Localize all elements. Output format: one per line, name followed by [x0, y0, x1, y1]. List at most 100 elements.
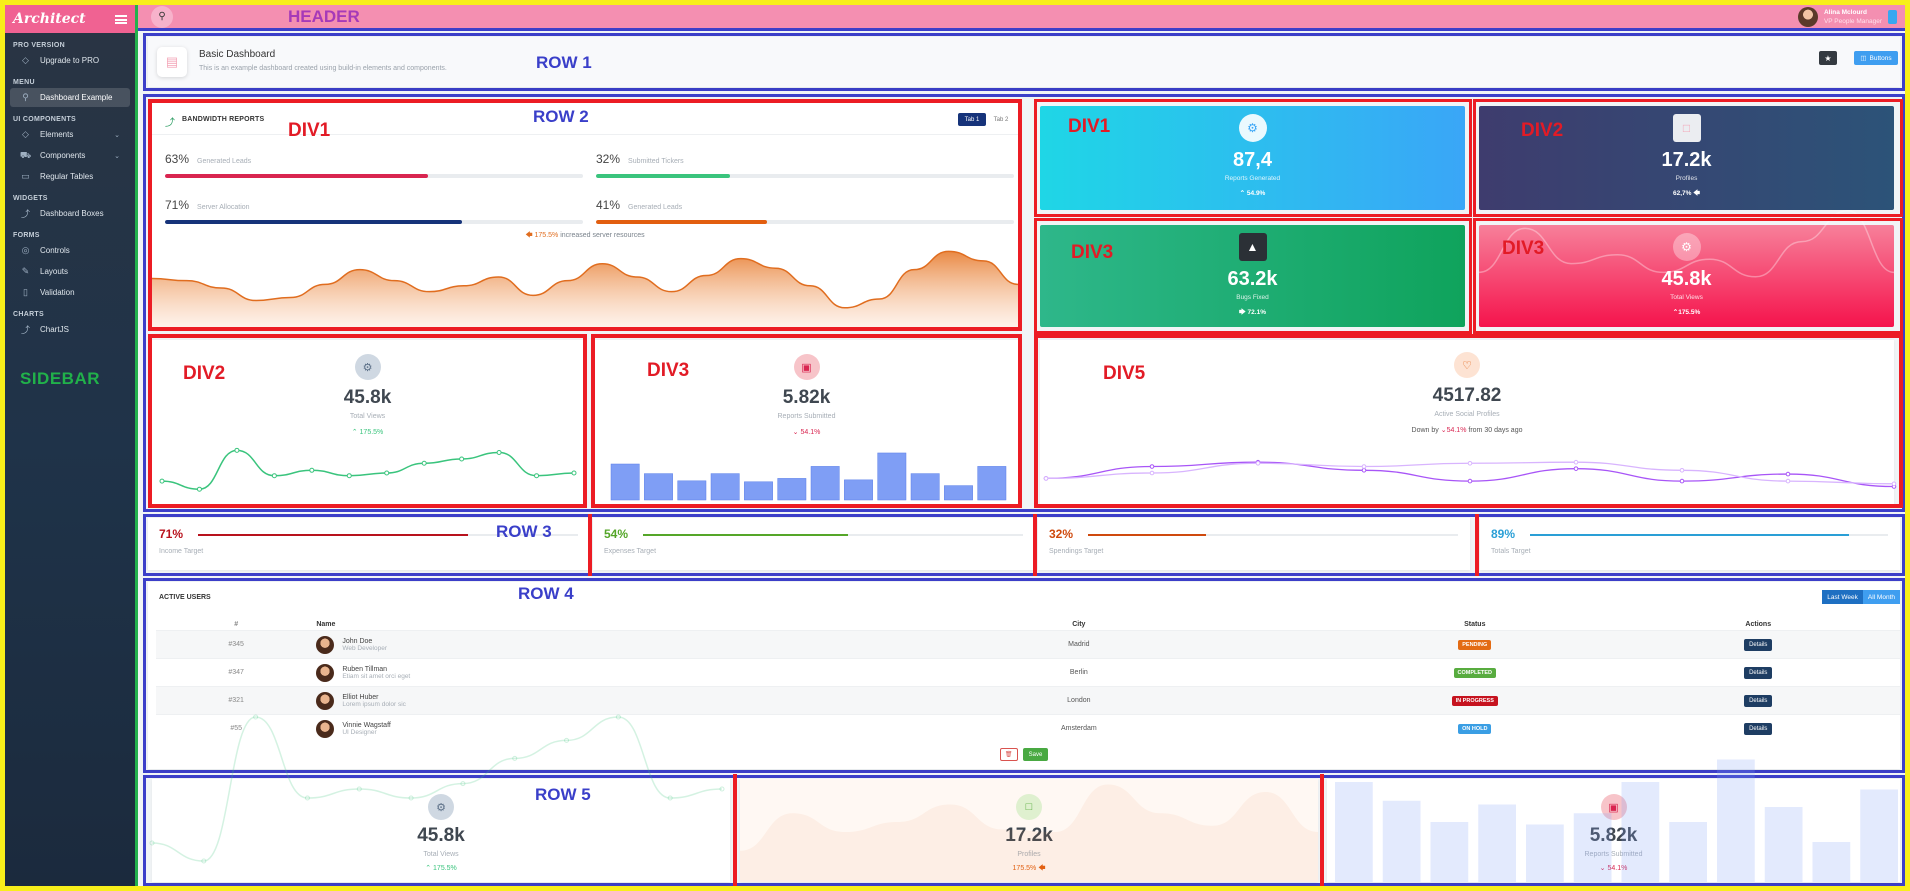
table-header: # Name City Status Actions — [156, 618, 1900, 630]
chevron-down-icon: ⌄ — [114, 131, 120, 139]
tile3-outline — [1034, 218, 1472, 334]
target-track — [1088, 534, 1458, 536]
table-body: #345 John Doe Web Developer Madrid PENDIN… — [156, 630, 1900, 742]
sidebar-item-label: Layouts — [40, 267, 69, 276]
target-label: Income Target — [159, 548, 204, 555]
tile2-overlay-label: DIV2 — [1521, 120, 1564, 141]
div5-outline — [1034, 334, 1903, 508]
col-status-header: Status — [1464, 620, 1486, 628]
page-title: Basic Dashboard — [199, 49, 276, 60]
user-city: Amsterdam — [1060, 725, 1097, 732]
light-icon: ◎ — [21, 245, 30, 255]
stat-change-value: 54.1% — [1607, 865, 1628, 872]
car-icon: ▤ — [157, 47, 187, 77]
details-button[interactable]: Details — [1744, 694, 1773, 707]
row4-overlay-label: ROW 4 — [518, 584, 574, 603]
table-footer: 🗑 Save — [148, 748, 1900, 761]
sidebar-item-elements[interactable]: ◇ Elements ⌄ — [10, 125, 130, 144]
sidebar: Architect PRO VERSION ◇ Upgrade to PRO MENU… — [5, 5, 138, 886]
sidebar-section-heading: MENU — [13, 79, 35, 86]
sidebar-section-heading: PRO VERSION — [13, 42, 65, 49]
hamburger-menu-icon[interactable] — [115, 14, 127, 24]
graph-icon: ⤴ — [20, 325, 30, 335]
user-role: VP People Manager — [1823, 17, 1882, 25]
stat-value: 5.82k — [1589, 825, 1638, 846]
pendrive-icon: ▯ — [23, 287, 28, 297]
sidebar-item-label: Controls — [40, 246, 70, 255]
active-users-title: ACTIVE USERS — [159, 594, 211, 601]
sidebar-overlay-label: SIDEBAR — [20, 369, 101, 388]
sidebar-item-dashboard-boxes[interactable]: ⤴ Dashboard Boxes — [10, 204, 130, 223]
sidebar-item-layouts[interactable]: ✎ Layouts — [10, 262, 130, 281]
row1-overlay-label: ROW 1 — [536, 53, 592, 72]
stat-change: 175.5% 🡄 — [740, 864, 1318, 875]
target-fill — [1088, 534, 1207, 536]
user-name: John Doe — [342, 637, 373, 645]
sidebar-item-label: Regular Tables — [40, 172, 94, 181]
sidebar-section-heading: WIDGETS — [13, 195, 48, 202]
range-buttons: Last Week All Month — [1822, 590, 1900, 604]
stat-label: Reports Submitted — [1584, 851, 1643, 858]
details-button[interactable]: Details — [1744, 722, 1773, 735]
delete-button[interactable]: 🗑 — [999, 748, 1018, 761]
laptop-icon: ▣ — [1600, 794, 1627, 820]
monitor-icon: □ — [1016, 794, 1042, 820]
search-icon[interactable]: ⚲ — [151, 5, 173, 28]
sidebar-section-heading: UI COMPONENTS — [13, 116, 77, 123]
sidebar-item-components[interactable]: ⛟ Components ⌄ — [10, 146, 130, 165]
sidebar-item-regular-tables[interactable]: ▭ Regular Tables — [10, 167, 130, 186]
user-avatar[interactable] — [1797, 6, 1818, 27]
graph-icon: ⤴ — [20, 209, 30, 219]
target-pct: 89% — [1491, 527, 1516, 541]
last-week-button[interactable]: Last Week — [1822, 590, 1863, 604]
div2-outline — [148, 334, 587, 508]
user-menu[interactable]: Alina Mclourd VP People Manager — [1797, 6, 1897, 27]
star-button[interactable]: ★ — [1819, 51, 1837, 65]
user-city: London — [1067, 697, 1091, 704]
active-users-card: ACTIVE USERS Last Week All Month # Name … — [148, 582, 1900, 769]
header-side-button[interactable] — [1888, 9, 1897, 24]
tile4-outline — [1473, 218, 1903, 334]
display-icon: ▭ — [21, 171, 30, 181]
sidebar-item-validation[interactable]: ▯ Validation — [10, 283, 130, 302]
sidebar-logo-bar: Architect — [5, 5, 135, 33]
rocket-icon: ⚲ — [22, 92, 29, 102]
col-id-header: # — [234, 620, 239, 628]
diamond-icon: ◇ — [22, 129, 29, 139]
stat-change: ⌄ 54.1% — [1327, 864, 1900, 872]
car-icon: ⛟ — [19, 149, 32, 160]
div2-overlay-label: DIV2 — [183, 363, 226, 384]
row2-overlay-label: ROW 2 — [533, 107, 589, 126]
arrow-down-icon: ⌄ — [1599, 865, 1606, 872]
user-avatar — [316, 719, 335, 738]
user-avatar — [316, 691, 335, 710]
table-row: #55 Vinnie Wagstaff UI Designer Amsterdam… — [156, 714, 1900, 742]
stat-label: Total Views — [423, 851, 459, 858]
sidebar-section-heading: CHARTS — [13, 311, 44, 318]
page-title-card: ▤ Basic Dashboard This is an example das… — [148, 37, 1900, 87]
sidebar-item-chartjs[interactable]: ⤴ ChartJS — [10, 320, 130, 339]
status-badge: PENDING — [1458, 639, 1492, 650]
target-label: Expenses Target — [604, 548, 657, 555]
target-divider — [1475, 514, 1479, 576]
user-role: UI Designer — [342, 728, 377, 736]
buttons-dropdown-button[interactable]: ◫ Buttons — [1854, 51, 1898, 65]
header-bar: ⚲ HEADER Alina Mclourd VP People Manager — [138, 5, 1905, 31]
save-button[interactable]: Save — [1022, 748, 1049, 761]
details-button[interactable]: Details — [1744, 638, 1773, 651]
row5-reports-card: ▣ 5.82k Reports Submitted ⌄ 54.1% — [1327, 779, 1900, 882]
sidebar-item-label: Dashboard Example — [40, 93, 113, 102]
all-month-button[interactable]: All Month — [1862, 590, 1900, 604]
details-button[interactable]: Details — [1744, 666, 1773, 679]
target-card: 54% Expenses Target — [593, 518, 1035, 570]
sidebar-item-controls[interactable]: ◎ Controls — [10, 241, 130, 260]
sidebar-item-upgrade-to-pro[interactable]: ◇ Upgrade to PRO — [10, 51, 130, 70]
target-pct: 32% — [1049, 527, 1074, 541]
stat-change: ⌃ 175.5% — [152, 864, 730, 872]
user-role: Lorem ipsum dolor sic — [342, 700, 406, 708]
status-badge: ON HOLD — [1458, 723, 1492, 734]
sidebar-item-dashboard-example[interactable]: ⚲ Dashboard Example — [10, 88, 130, 107]
sidebar-item-label: Validation — [40, 288, 75, 297]
diamond-icon: ◇ — [22, 55, 29, 65]
target-track — [1530, 534, 1888, 536]
